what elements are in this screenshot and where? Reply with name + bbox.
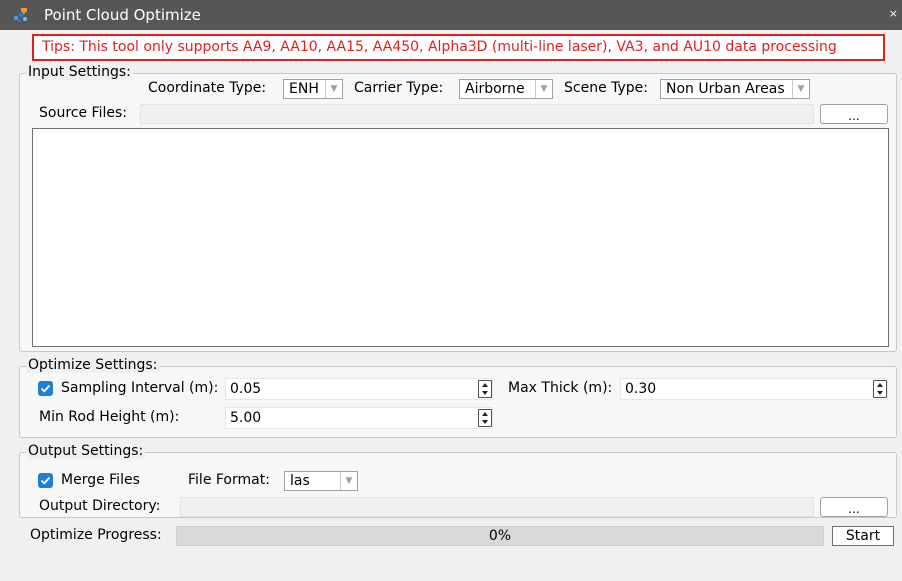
point-cloud-app-icon <box>12 7 30 23</box>
spin-arrows-icon[interactable] <box>478 380 492 398</box>
start-button[interactable]: Start <box>832 526 894 546</box>
chevron-down-icon: ▼ <box>792 80 809 98</box>
output-settings-title: Output Settings: <box>26 443 146 459</box>
spin-arrows-icon[interactable] <box>478 409 492 427</box>
coordinate-type-label: Coordinate Type: <box>148 80 267 96</box>
max-thick-value: 0.30 <box>625 381 657 397</box>
coordinate-type-value: ENH <box>289 81 319 97</box>
optimize-progress-label: Optimize Progress: <box>30 527 162 543</box>
sampling-interval-spinbox[interactable]: 0.05 <box>225 378 493 400</box>
checkmark-icon <box>40 384 51 393</box>
file-format-value: las <box>290 473 310 489</box>
window-title: Point Cloud Optimize <box>44 6 201 24</box>
point-cloud-optimize-window: Point Cloud Optimize × Tips: This tool o… <box>0 0 902 581</box>
optimize-settings-title: Optimize Settings: <box>26 357 160 373</box>
scene-type-value: Non Urban Areas <box>666 81 785 97</box>
scene-type-label: Scene Type: <box>564 80 649 96</box>
min-rod-height-label: Min Rod Height (m): <box>39 409 180 425</box>
input-settings-title: Input Settings: <box>26 64 133 80</box>
chevron-down-icon: ▼ <box>325 80 342 98</box>
min-rod-height-spinbox[interactable]: 5.00 <box>225 407 493 429</box>
sampling-interval-checkbox[interactable] <box>38 381 53 396</box>
sampling-interval-label: Sampling Interval (m): <box>61 380 219 396</box>
output-directory-browse-button[interactable]: ... <box>820 497 888 517</box>
source-files-browse-button[interactable]: ... <box>820 104 888 124</box>
optimize-progress-bar: 0% <box>176 526 824 546</box>
max-thick-spinbox[interactable]: 0.30 <box>620 378 888 400</box>
tips-banner: Tips: This tool only supports AA9, AA10,… <box>32 34 885 61</box>
source-files-list[interactable] <box>32 128 889 347</box>
scene-type-select[interactable]: Non Urban Areas ▼ <box>660 79 810 99</box>
carrier-type-label: Carrier Type: <box>354 80 444 96</box>
coordinate-type-select[interactable]: ENH ▼ <box>283 79 343 99</box>
merge-files-checkbox[interactable] <box>38 473 53 488</box>
checkmark-icon <box>40 476 51 485</box>
output-directory-input[interactable] <box>180 497 814 517</box>
tips-text: Tips: This tool only supports AA9, AA10,… <box>42 39 837 55</box>
title-bar: Point Cloud Optimize × <box>0 0 902 30</box>
source-files-input[interactable] <box>140 104 814 124</box>
chevron-down-icon: ▼ <box>340 472 357 490</box>
carrier-type-select[interactable]: Airborne ▼ <box>459 79 553 99</box>
merge-files-label: Merge Files <box>61 472 140 488</box>
file-format-select[interactable]: las ▼ <box>284 471 358 491</box>
min-rod-height-value: 5.00 <box>230 410 262 426</box>
output-directory-label: Output Directory: <box>39 498 161 514</box>
progress-percent-text: 0% <box>488 528 512 544</box>
source-files-label: Source Files: <box>39 105 127 121</box>
spin-arrows-icon[interactable] <box>873 380 887 398</box>
max-thick-label: Max Thick (m): <box>508 380 613 396</box>
sampling-interval-value: 0.05 <box>230 381 262 397</box>
carrier-type-value: Airborne <box>465 81 525 97</box>
close-button[interactable]: × <box>889 8 898 20</box>
chevron-down-icon: ▼ <box>535 80 552 98</box>
file-format-label: File Format: <box>188 472 270 488</box>
